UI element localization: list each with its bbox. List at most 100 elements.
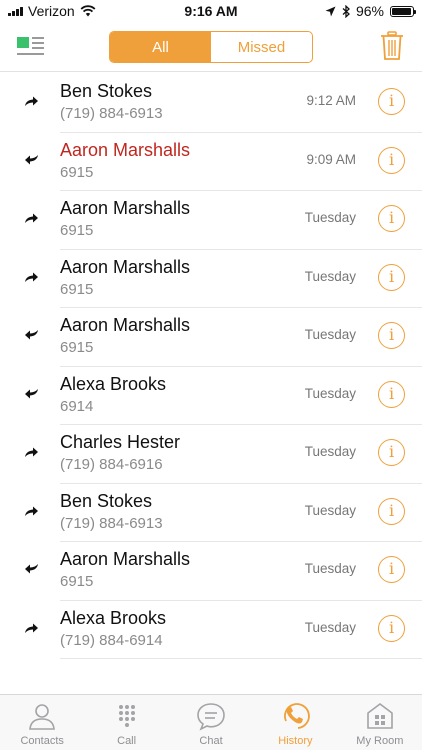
incoming-call-icon [25, 330, 38, 340]
contact-name: Ben Stokes [60, 490, 153, 511]
contact-number: 6915 [60, 163, 94, 181]
call-row[interactable]: Ben Stokes (719) 884-6913 9:12 AM i [0, 73, 422, 133]
contact-number: (719) 884-6913 [60, 514, 163, 532]
call-time: 9:12 AM [306, 93, 356, 108]
clock-phone-icon [284, 703, 311, 729]
trash-icon [381, 31, 403, 60]
call-row[interactable]: Aaron Marshalls 6915 9:09 AM i [0, 132, 422, 191]
info-button[interactable]: i [378, 439, 405, 466]
contact-number: 6914 [60, 397, 94, 415]
call-row[interactable]: Charles Hester (719) 884-6916 Tuesday i [0, 424, 422, 484]
contact-name: Aaron Marshalls [60, 315, 191, 335]
chat-bubble-icon [197, 703, 225, 731]
contact-name: Aaron Marshalls [60, 139, 191, 160]
call-row[interactable]: Aaron Marshalls 6915 Tuesday i [0, 307, 422, 367]
tab-label: Contacts [20, 735, 64, 747]
info-icon: i [388, 208, 395, 227]
status-bar: Verizon 9:16 AM 96% [0, 0, 422, 24]
call-row[interactable]: Alexa Brooks 6914 Tuesday i [0, 366, 422, 425]
info-button[interactable]: i [378, 556, 405, 583]
contact-name: Alexa Brooks [60, 607, 167, 628]
row-divider [60, 658, 422, 659]
contact-name: Aaron Marshalls [60, 549, 191, 569]
incoming-call-icon [25, 154, 38, 164]
tab-call[interactable]: Call [84, 695, 168, 750]
contact-number: (719) 884-6913 [60, 105, 163, 122]
info-button[interactable]: i [378, 322, 405, 349]
segment-all[interactable]: All [110, 32, 211, 62]
call-row[interactable]: Aaron Marshalls 6915 Tuesday i [0, 541, 422, 601]
call-time: Tuesday [304, 210, 356, 225]
contact-name: Aaron Marshalls [60, 198, 191, 218]
tab-my-room[interactable]: My Room [338, 695, 422, 750]
contact-number: 6915 [60, 222, 94, 239]
outgoing-call-icon [25, 96, 38, 106]
outgoing-call-icon [25, 447, 38, 457]
contact-number: (719) 884-6914 [60, 631, 163, 649]
tab-label: History [278, 735, 313, 747]
contact-name: Ben Stokes [60, 81, 153, 101]
menu-button[interactable] [16, 34, 46, 60]
sidebar-menu-icon [17, 37, 44, 55]
incoming-call-icon [25, 388, 38, 398]
contact-name: Charles Hester [60, 432, 181, 452]
contact-name: Aaron Marshalls [60, 256, 191, 277]
info-button[interactable]: i [378, 614, 405, 642]
delete-button[interactable] [380, 30, 404, 62]
contact-number: 6915 [60, 573, 94, 590]
info-button[interactable]: i [378, 146, 405, 174]
segment-missed[interactable]: Missed [211, 32, 312, 62]
info-icon: i [388, 325, 395, 344]
info-button[interactable]: i [378, 380, 405, 408]
info-button[interactable]: i [378, 205, 405, 232]
call-history-list: Ben Stokes (719) 884-6913 9:12 AM i Aaro… [0, 73, 422, 659]
call-time: Tuesday [304, 327, 356, 342]
filter-segmented-control: All Missed [109, 31, 313, 63]
header: All Missed [0, 24, 422, 72]
contact-name: Alexa Brooks [60, 373, 167, 394]
tab-label: My Room [356, 735, 404, 747]
tab-chat[interactable]: Chat [169, 695, 253, 750]
call-row[interactable]: Ben Stokes (719) 884-6913 Tuesday i [0, 483, 422, 542]
call-time: Tuesday [304, 385, 356, 401]
info-icon: i [388, 149, 395, 169]
battery-percent: 96% [355, 3, 384, 19]
contact-number: (719) 884-6916 [60, 456, 163, 473]
contact-number: 6915 [60, 280, 94, 298]
keypad-icon [118, 705, 135, 727]
call-time: Tuesday [304, 502, 356, 518]
outgoing-call-icon [25, 623, 38, 633]
location-arrow-icon [325, 6, 336, 16]
tab-history[interactable]: History [253, 695, 337, 750]
outgoing-call-icon [25, 213, 38, 223]
info-button[interactable]: i [378, 497, 405, 525]
outgoing-call-icon [25, 272, 38, 282]
contact-number: 6915 [60, 339, 94, 356]
tab-contacts[interactable]: Contacts [0, 695, 84, 750]
call-time: Tuesday [304, 619, 356, 635]
bluetooth-icon [342, 4, 350, 18]
call-row[interactable]: Alexa Brooks (719) 884-6914 Tuesday i [0, 600, 422, 659]
info-button[interactable]: i [378, 263, 405, 291]
info-icon: i [388, 617, 395, 637]
info-icon: i [388, 500, 395, 520]
info-icon: i [388, 559, 395, 578]
incoming-call-icon [25, 564, 38, 574]
info-icon: i [388, 383, 395, 403]
battery-icon [390, 5, 416, 17]
call-time: Tuesday [304, 268, 356, 284]
call-time: Tuesday [304, 561, 356, 576]
call-row[interactable]: Aaron Marshalls 6915 Tuesday i [0, 249, 422, 308]
info-icon: i [388, 91, 395, 110]
call-time: Tuesday [304, 444, 356, 459]
tab-label: Call [117, 735, 137, 747]
outgoing-call-icon [25, 506, 38, 516]
call-time: 9:09 AM [306, 151, 356, 167]
call-row[interactable]: Aaron Marshalls 6915 Tuesday i [0, 190, 422, 250]
room-icon [367, 703, 393, 729]
person-icon [29, 704, 56, 730]
tab-label: Chat [199, 735, 223, 747]
tab-bar: Contacts Call Chat History My Room [0, 694, 422, 750]
info-button[interactable]: i [378, 88, 405, 115]
info-icon: i [388, 266, 395, 286]
